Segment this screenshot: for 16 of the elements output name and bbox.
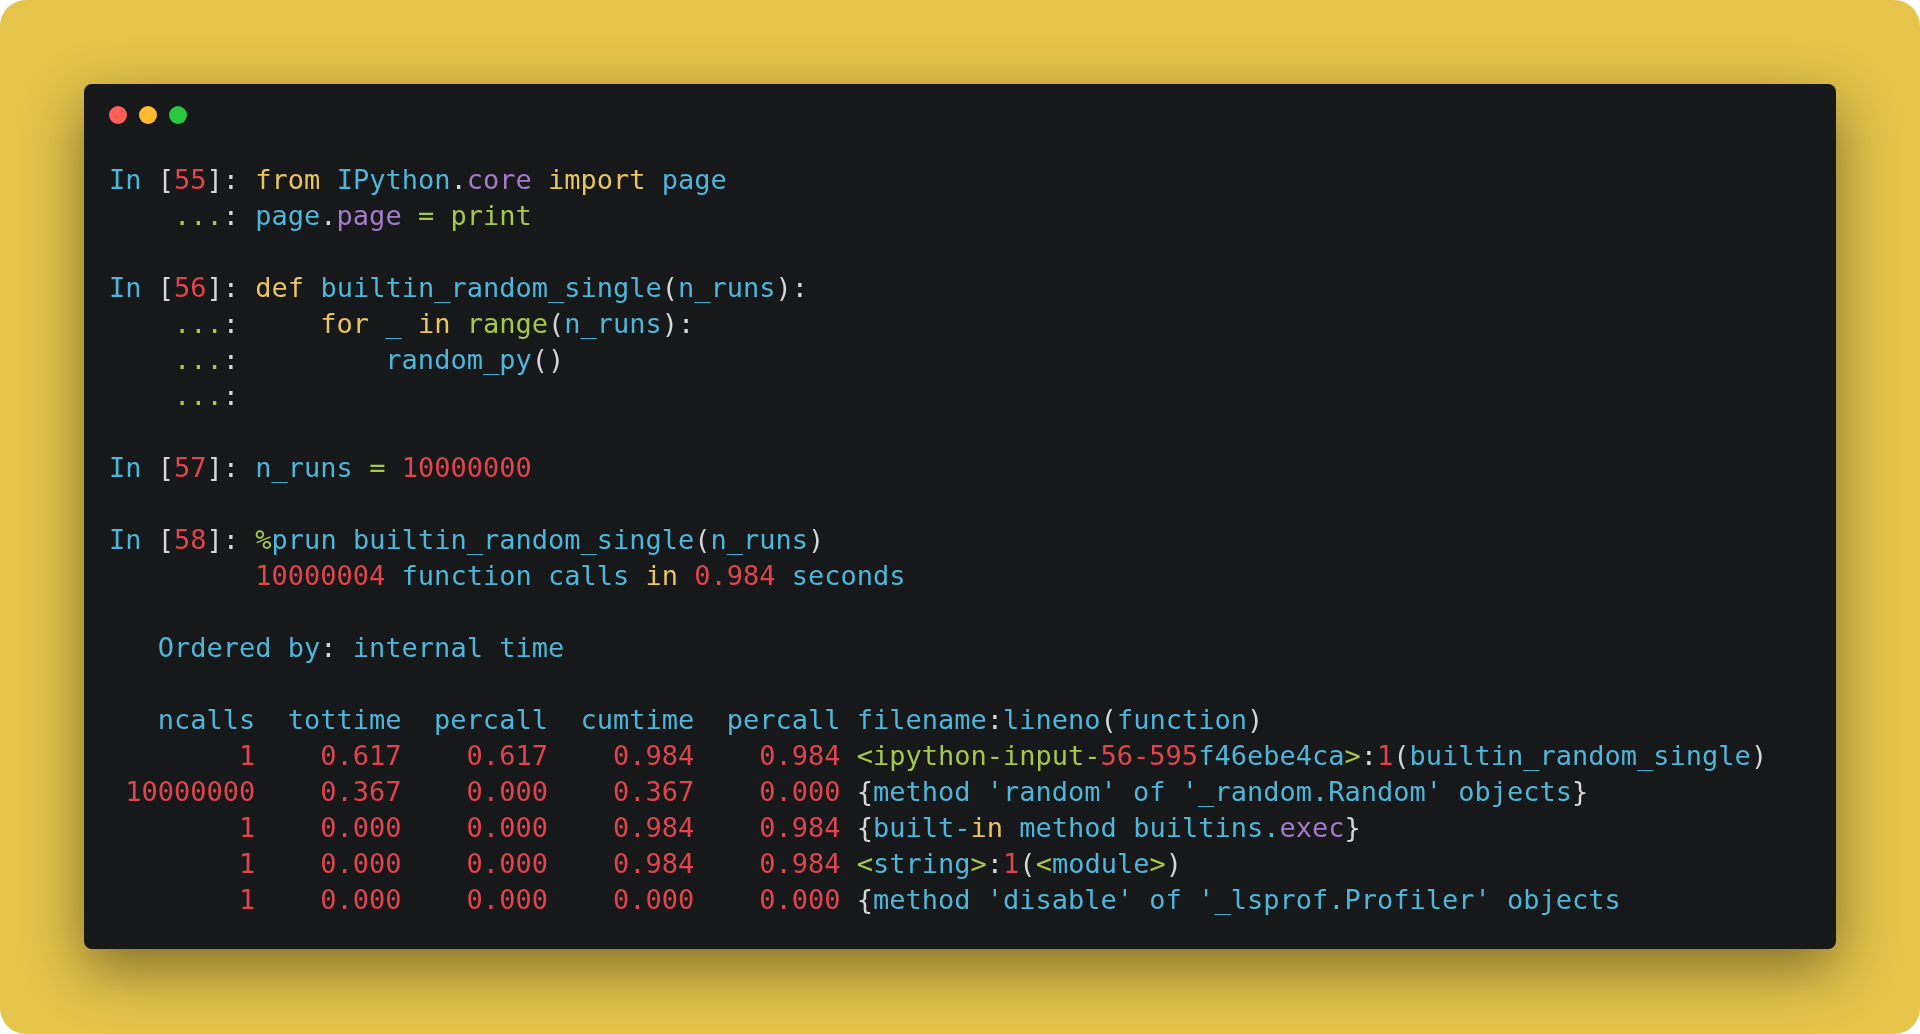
code-line: 1 0.000 0.000 0.000 0.000 {method 'disable' of '_lsprof.Profiler' objects: [238, 883, 1621, 917]
code-line: 1 0.617 0.617 0.984 0.984 <ipython-input-56-595f46ebe4ca>:1(builtin_random_single): [238, 739, 1768, 773]
code-line: ...: page.page = print: [173, 199, 532, 233]
code-line: ...:: [173, 379, 240, 413]
code-line: In [58]: %prun builtin_random_single(n_runs): [109, 523, 825, 557]
code-line: 10000004 function calls in 0.984 seconds: [254, 559, 906, 593]
code-line: 1 0.000 0.000 0.984 0.984 <string>:1(<module>): [238, 847, 1182, 881]
code-line: 1 0.000 0.000 0.984 0.984 {built-in method builtins.exec}: [238, 811, 1361, 845]
code-line: ...: random_py(): [173, 343, 565, 377]
code-line: In [55]: from IPython.core import page: [109, 163, 727, 197]
code-line: 10000000 0.367 0.000 0.367 0.000 {method 'random' of '_random.Random' objects}: [124, 775, 1589, 809]
code-line: In [57]: n_runs = 10000000: [109, 451, 532, 485]
code-line: ncalls tottime percall cumtime percall filename:lineno(function): [156, 703, 1264, 737]
code-line: ...: for _ in range(n_runs):: [173, 307, 695, 341]
code-line: In [56]: def builtin_random_single(n_runs):: [109, 271, 809, 305]
code-line: Ordered by: internal time: [156, 631, 565, 665]
